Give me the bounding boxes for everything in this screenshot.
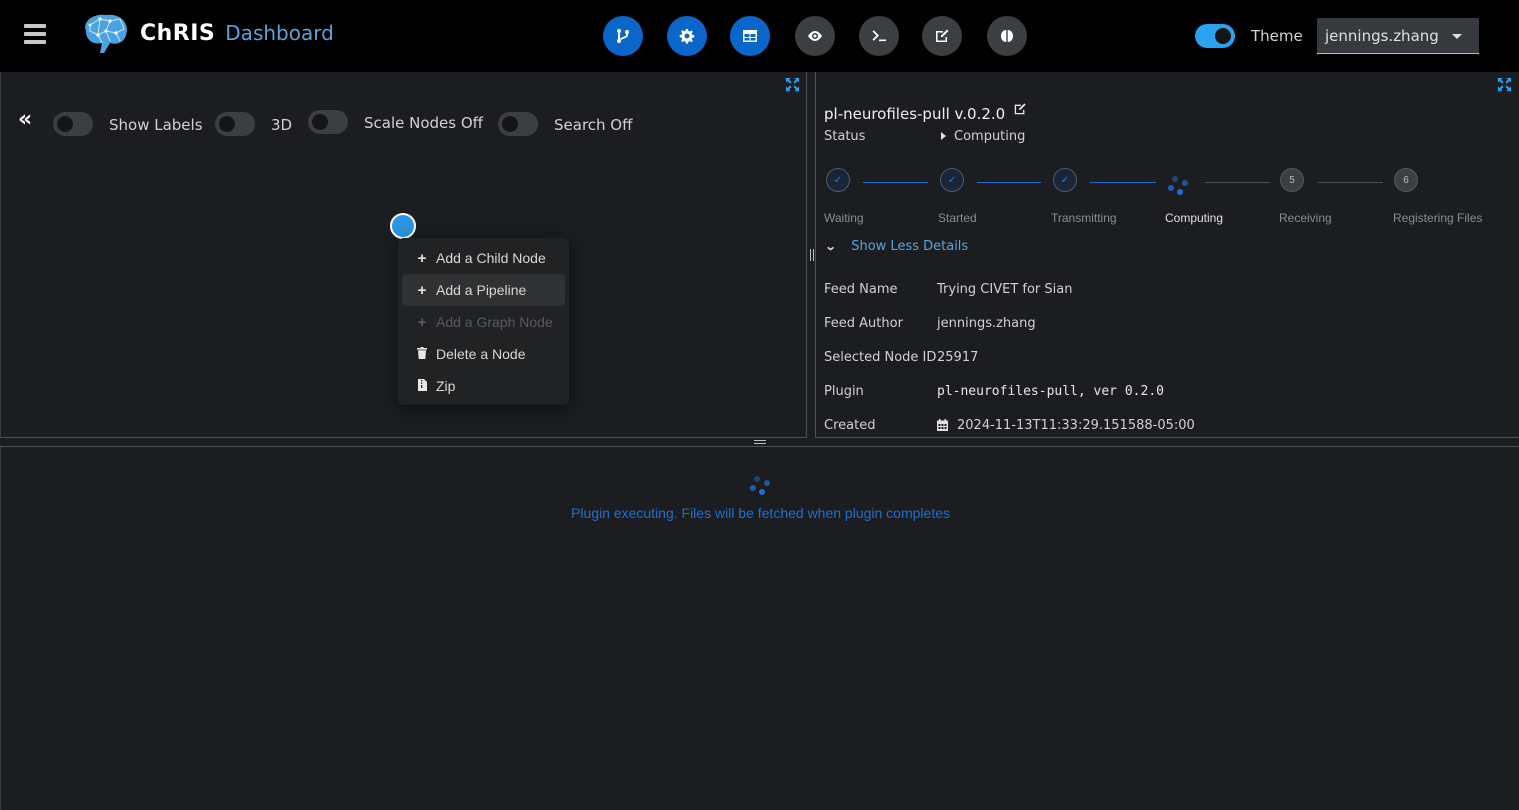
step-label-registering: Registering Files xyxy=(1393,211,1483,225)
node-details-panel: pl-neurofiles-pull v.0.2.0 Status Comput… xyxy=(816,72,1519,438)
step-registering-number: 6 xyxy=(1394,168,1418,192)
add-child-node-menu-item[interactable]: + Add a Child Node xyxy=(402,242,565,274)
edit-icon xyxy=(936,29,949,42)
detail-key: Selected Node ID xyxy=(824,350,937,365)
menu-item-label: Delete a Node xyxy=(436,346,526,362)
edit-title-icon[interactable] xyxy=(1013,102,1027,116)
brand-subtitle: Dashboard xyxy=(225,21,334,45)
horizontal-splitter[interactable] xyxy=(0,438,1519,447)
code-branch-icon xyxy=(617,29,629,43)
eye-icon xyxy=(808,31,822,41)
step-label-started: Started xyxy=(938,211,977,225)
step-label-computing: Computing xyxy=(1165,211,1224,225)
preview-button[interactable] xyxy=(795,16,835,56)
menu-item-label: Add a Child Node xyxy=(436,250,546,266)
user-dropdown[interactable]: jennings.zhang xyxy=(1317,18,1479,54)
step-started-check-icon: ✓ xyxy=(940,168,964,192)
table-icon xyxy=(743,30,757,42)
step-waiting-check-icon: ✓ xyxy=(826,168,850,192)
plus-icon: + xyxy=(417,249,427,267)
show-less-details-label: Show Less Details xyxy=(851,239,969,254)
node-context-menu: + Add a Child Node + Add a Pipeline + Ad… xyxy=(398,238,569,405)
expand-details-icon[interactable] xyxy=(1497,77,1512,92)
3d-label: 3D xyxy=(271,116,293,134)
plugin-executing-message: Plugin executing. Files will be fetched … xyxy=(571,505,950,521)
file-zip-icon xyxy=(416,378,428,395)
3d-toggle[interactable] xyxy=(215,112,255,136)
brand-logo[interactable]: ChRIS Dashboard xyxy=(80,10,334,56)
show-less-details-toggle[interactable]: ⌄ Show Less Details xyxy=(824,239,969,254)
brain-logo-icon xyxy=(85,14,127,54)
add-pipeline-menu-item[interactable]: + Add a Pipeline xyxy=(402,274,565,306)
splitter-grip-icon xyxy=(810,249,814,261)
brand-name: ChRIS xyxy=(140,20,216,46)
status-label: Status xyxy=(824,129,866,144)
expand-graph-icon[interactable] xyxy=(785,77,800,92)
trash-icon xyxy=(416,346,428,363)
step-connector xyxy=(1090,182,1156,183)
step-connector xyxy=(863,182,928,183)
loading-spinner-icon xyxy=(750,476,772,498)
collapse-graph-icon[interactable]: « xyxy=(18,109,32,131)
status-value[interactable]: Computing xyxy=(954,129,1025,144)
detail-key: Feed Author xyxy=(824,316,903,331)
caret-right-icon[interactable] xyxy=(941,132,946,140)
search-toggle[interactable] xyxy=(498,112,538,136)
calendar-icon xyxy=(937,419,948,435)
menu-item-label: Zip xyxy=(436,378,456,394)
zip-menu-item[interactable]: Zip xyxy=(402,370,565,402)
menu-item-label: Add a Pipeline xyxy=(436,282,527,298)
step-label-transmitting: Transmitting xyxy=(1051,211,1117,225)
show-labels-toggle[interactable] xyxy=(53,112,93,136)
brain-viewer-button[interactable] xyxy=(987,16,1027,56)
detail-value: jennings.zhang xyxy=(937,316,1036,331)
brain-icon xyxy=(1001,30,1013,42)
step-receiving-number: 5 xyxy=(1280,168,1304,192)
step-connector xyxy=(1318,182,1383,183)
node-title: pl-neurofiles-pull v.0.2.0 xyxy=(824,105,1006,123)
chevron-down-icon: ⌄ xyxy=(824,241,837,253)
scale-nodes-label: Scale Nodes Off xyxy=(364,114,483,132)
add-graph-node-menu-item: + Add a Graph Node xyxy=(402,306,565,338)
step-connector xyxy=(977,182,1041,183)
step-computing-spinner-icon xyxy=(1167,176,1189,198)
plus-icon: + xyxy=(417,281,427,299)
user-name: jennings.zhang xyxy=(1325,26,1439,45)
menu-item-label: Add a Graph Node xyxy=(436,314,553,330)
step-label-waiting: Waiting xyxy=(824,211,864,225)
detail-key: Feed Name xyxy=(824,282,898,297)
detail-value: Trying CIVET for Sian xyxy=(937,282,1073,297)
caret-down-icon xyxy=(1452,34,1462,39)
step-label-receiving: Receiving xyxy=(1279,211,1332,225)
vertical-splitter[interactable] xyxy=(806,72,816,438)
splitter-grip-icon xyxy=(754,440,766,444)
search-label: Search Off xyxy=(554,116,633,134)
delete-node-menu-item[interactable]: Delete a Node xyxy=(402,338,565,370)
top-navbar: ChRIS Dashboard Theme jennings.zhang xyxy=(0,0,1519,72)
step-connector xyxy=(1205,182,1270,183)
graph-tool-button[interactable] xyxy=(603,16,643,56)
gear-icon xyxy=(679,29,695,44)
plus-icon: + xyxy=(417,313,427,331)
hamburger-menu-button[interactable] xyxy=(24,24,48,46)
terminal-button[interactable] xyxy=(859,16,899,56)
theme-label: Theme xyxy=(1251,27,1303,45)
notes-button[interactable] xyxy=(922,16,962,56)
feed-graph-node[interactable] xyxy=(390,213,416,239)
detail-value: 2024-11-13T11:33:29.151588-05:00 xyxy=(957,418,1195,433)
detail-value: pl-neurofiles-pull, ver 0.2.0 xyxy=(937,384,1164,399)
file-browser-panel: Plugin executing. Files will be fetched … xyxy=(0,447,1519,810)
node-settings-button[interactable] xyxy=(667,16,707,56)
detail-value: 25917 xyxy=(937,350,979,365)
scale-nodes-toggle[interactable] xyxy=(308,110,348,134)
theme-toggle[interactable] xyxy=(1195,24,1235,48)
detail-key: Created xyxy=(824,418,876,433)
step-transmitting-check-icon: ✓ xyxy=(1053,168,1077,192)
show-labels-label: Show Labels xyxy=(109,116,203,134)
terminal-icon xyxy=(872,30,886,42)
detail-key: Plugin xyxy=(824,384,864,399)
table-view-button[interactable] xyxy=(730,16,770,56)
